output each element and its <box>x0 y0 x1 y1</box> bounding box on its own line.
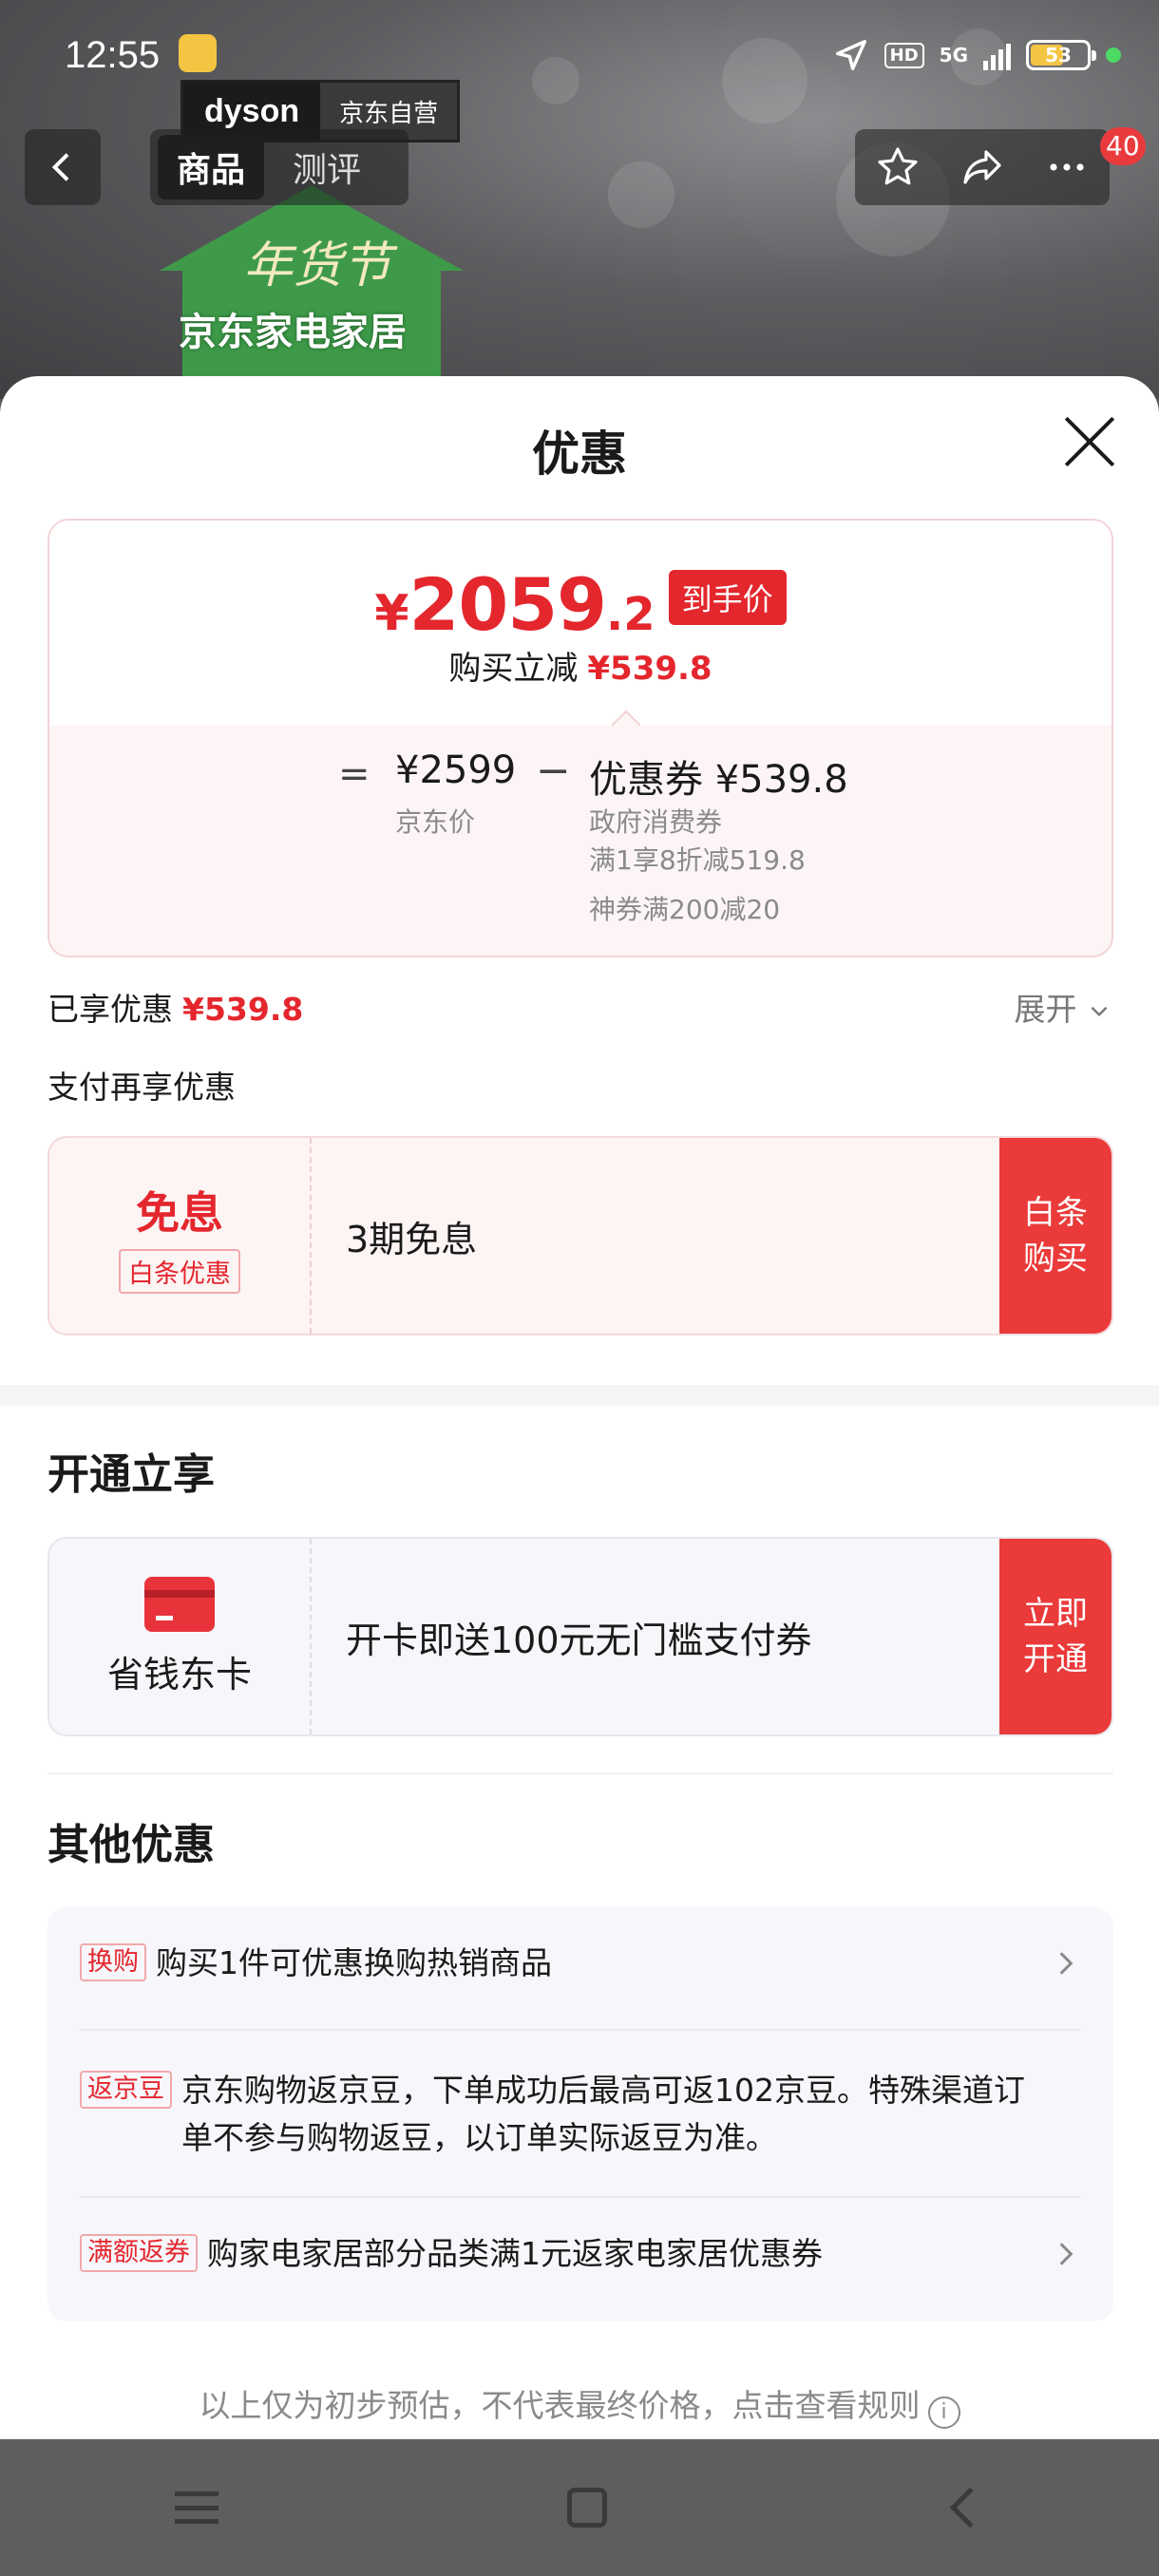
price-breakdown: = ¥2599 京东价 − 优惠券 ¥539.8 政府消费券 满1享8折减519… <box>49 726 1112 956</box>
home-icon[interactable] <box>566 2488 607 2528</box>
savings-card-offer[interactable]: 省钱东卡 开卡即送100元无门槛支付券 立即 开通 <box>48 1537 1113 1736</box>
offer-tag: 换购 <box>80 1943 146 1981</box>
offer-tag: 返京豆 <box>80 2071 172 2109</box>
disclaimer[interactable]: 以上仅为初步预估，不代表最终价格，点击查看规则 i <box>0 2380 1159 2429</box>
divider <box>48 1772 1113 1774</box>
info-icon[interactable]: i <box>927 2396 960 2429</box>
status-time: 12:55 <box>65 34 161 76</box>
top-actions <box>855 129 1110 205</box>
enjoyed-label: 已享优惠 <box>48 991 173 1028</box>
tab-review[interactable]: 测评 <box>274 135 380 199</box>
status-bar: 12:55 HD 5G 53 <box>0 0 1159 109</box>
privacy-dot-icon <box>1106 47 1121 63</box>
offer-text: 购买1件可优惠换购热销商品 <box>156 1944 552 1981</box>
coupon-detail: 神券满200减20 <box>589 894 781 925</box>
chevron-right-icon <box>1059 2243 1074 2265</box>
final-price-tag: 到手价 <box>668 569 787 625</box>
baitiao-buy-button[interactable]: 白条 购买 <box>999 1138 1112 1334</box>
system-nav-bar <box>0 2439 1159 2576</box>
network-label: 5G <box>939 44 968 66</box>
back-button[interactable] <box>25 129 101 205</box>
discount-sheet: 优惠 ¥ 2059 .2 到手价 购买立减 ¥539.8 = ¥2599 京东价 … <box>0 376 1159 2439</box>
baitiao-desc: 3期免息 <box>346 1218 478 1260</box>
chevron-left-icon <box>51 153 69 181</box>
coupon-detail: 满1享8折减519.8 <box>589 844 806 876</box>
signal-icon <box>983 40 1011 70</box>
enjoyed-discount: 已享优惠 ¥539.8 <box>48 984 303 1030</box>
banner-subtitle: 京东家电家居 <box>179 311 407 354</box>
location-icon <box>835 40 866 70</box>
list-item: 返京豆 京东购物返京豆，下单成功后最高可返102京豆。特殊渠道订单不参与购物返豆… <box>80 2067 1081 2162</box>
section-divider <box>0 1385 1159 1406</box>
price-decimal: .2 <box>606 588 656 641</box>
list-item[interactable]: 换购 购买1件可优惠换购热销商品 <box>80 1940 1081 1987</box>
chevron-down-icon <box>1091 1006 1108 1017</box>
chevron-right-icon <box>1059 1952 1074 1975</box>
price-integer: 2059 <box>408 562 608 647</box>
banner-title: 年货节 <box>243 237 392 294</box>
back-icon[interactable] <box>950 2487 991 2529</box>
interest-free-title: 免息 <box>136 1186 223 1239</box>
jd-price: ¥2599 <box>395 748 517 792</box>
sheet-title: 优惠 <box>532 426 627 482</box>
star-icon[interactable] <box>875 144 921 190</box>
save-label: 购买立减 <box>448 650 579 688</box>
expand-label: 展开 <box>1014 991 1077 1028</box>
open-section-title: 开通立享 <box>48 1450 215 1499</box>
disclaimer-text: 以上仅为初步预估，不代表最终价格，点击查看规则 <box>199 2387 921 2424</box>
recent-apps-icon[interactable] <box>174 2491 218 2524</box>
open-card-button[interactable]: 立即 开通 <box>999 1539 1112 1734</box>
app-notification-icon <box>179 34 217 72</box>
list-item[interactable]: 满额返券 购家电家居部分品类满1元返家电家居优惠券 <box>80 2230 1081 2278</box>
baitiao-offer[interactable]: 免息 白条优惠 3期免息 白条 购买 <box>48 1136 1113 1335</box>
price-currency: ¥ <box>374 585 409 642</box>
more-icon[interactable] <box>1044 144 1090 190</box>
notification-badge: 40 <box>1100 127 1146 165</box>
pay-more-label: 支付再享优惠 <box>48 1069 236 1106</box>
other-section-title: 其他优惠 <box>48 1821 215 1869</box>
battery-level: 53 <box>1045 44 1072 66</box>
offer-text: 京东购物返京豆，下单成功后最高可返102京豆。特殊渠道订单不参与购物返豆，以订单… <box>181 2072 1025 2156</box>
expand-button[interactable]: 展开 <box>1015 984 1112 1030</box>
equals-sign: = <box>338 752 370 796</box>
offer-tag: 满额返券 <box>80 2234 198 2272</box>
jd-price-label: 京东价 <box>395 806 476 838</box>
minus-sign: − <box>536 747 571 795</box>
save-amount: ¥539.8 <box>587 650 712 688</box>
card-desc: 开卡即送100元无门槛支付券 <box>346 1619 812 1661</box>
coupon-detail: 政府消费券 <box>589 806 723 838</box>
battery-icon: 53 <box>1026 40 1096 70</box>
final-price: ¥ 2059 .2 到手价 <box>49 562 1112 647</box>
festival-banner: 年货节 京东家电家居 <box>160 185 464 399</box>
close-icon[interactable] <box>1062 414 1117 469</box>
card-icon <box>144 1576 215 1632</box>
enjoyed-amount: ¥539.8 <box>182 991 304 1028</box>
self-operated-label: 京东自营 <box>339 99 439 128</box>
hd-icon: HD <box>884 42 924 68</box>
offer-text: 购家电家居部分品类满1元返家电家居优惠券 <box>207 2235 823 2272</box>
tab-product[interactable]: 商品 <box>158 135 265 199</box>
coupon-total: 优惠券 ¥539.8 <box>589 758 848 802</box>
card-title: 省钱东卡 <box>106 1653 252 1695</box>
instant-save-line: 购买立减 ¥539.8 <box>49 642 1112 689</box>
product-tabs: 商品 测评 <box>150 129 408 205</box>
other-offers: 换购 购买1件可优惠换购热销商品 返京豆 京东购物返京豆，下单成功后最高可返102… <box>48 1907 1113 2321</box>
baitiao-tag: 白条优惠 <box>119 1248 240 1294</box>
price-card: ¥ 2059 .2 到手价 购买立减 ¥539.8 = ¥2599 京东价 − 优… <box>48 519 1113 957</box>
share-icon[interactable] <box>960 144 1005 190</box>
